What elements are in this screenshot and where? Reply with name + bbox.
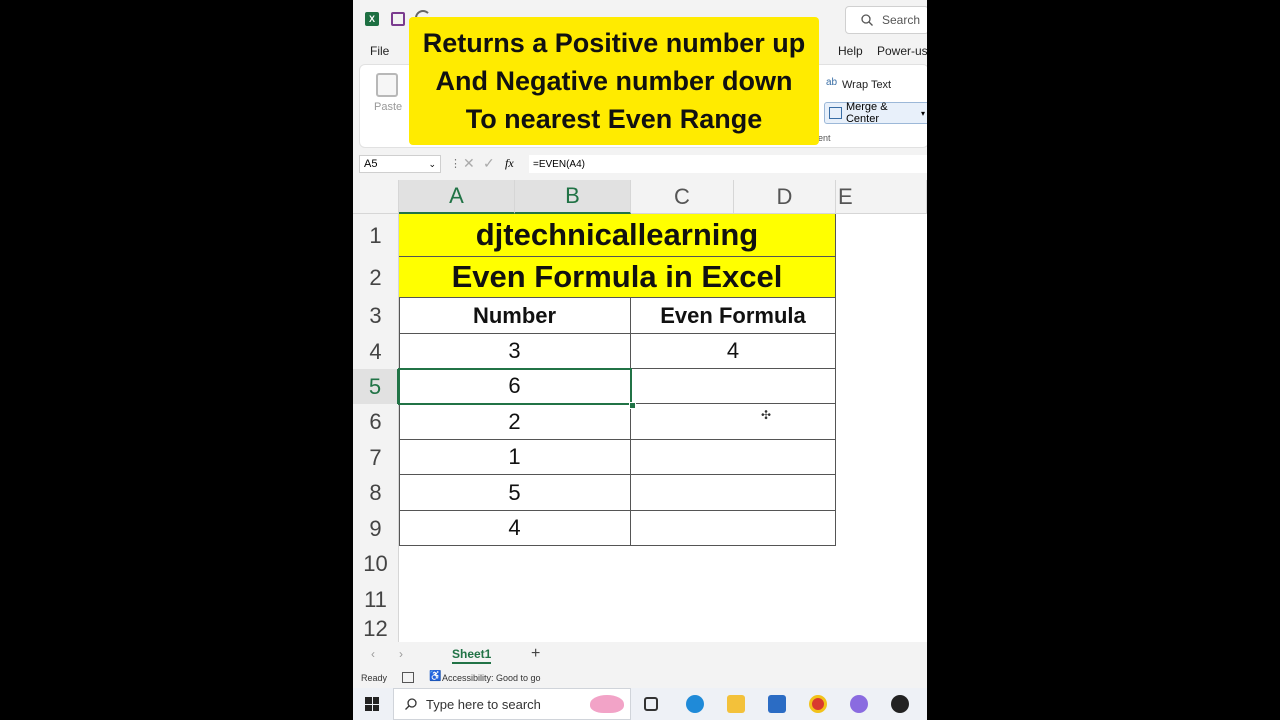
scroll-right-icon[interactable]: › bbox=[399, 647, 403, 661]
lotus-decoration-icon bbox=[590, 695, 624, 713]
excel-logo-icon: X bbox=[365, 12, 379, 26]
row-header-12[interactable]: 12 bbox=[353, 616, 399, 642]
row-header-2[interactable]: 2 bbox=[353, 257, 399, 298]
callout-banner: Returns a Positive number up And Negativ… bbox=[409, 17, 819, 145]
search-icon bbox=[861, 14, 873, 26]
file-explorer-icon[interactable] bbox=[727, 695, 745, 713]
name-box[interactable]: A5 ⌄ bbox=[359, 155, 441, 173]
paste-button[interactable]: Paste bbox=[374, 101, 402, 113]
fill-handle[interactable] bbox=[629, 402, 636, 409]
row-header-3[interactable]: 3 bbox=[353, 298, 399, 334]
even-result-cell[interactable] bbox=[631, 440, 836, 475]
copilot-icon[interactable] bbox=[850, 695, 868, 713]
callout-line-1: Returns a Positive number up bbox=[422, 28, 806, 58]
alignment-group-label: ent bbox=[818, 133, 831, 143]
macro-recording-icon[interactable] bbox=[402, 672, 414, 683]
chevron-down-icon[interactable]: ⌄ bbox=[428, 159, 436, 170]
tab-help[interactable]: Help bbox=[838, 44, 863, 58]
status-ready: Ready bbox=[361, 673, 388, 683]
add-sheet-button[interactable]: + bbox=[531, 645, 540, 663]
accessibility-icon: ♿ bbox=[429, 671, 442, 682]
status-bar: Ready ♿ Accessibility: Good to go bbox=[353, 668, 927, 688]
insert-function-icon[interactable]: fx bbox=[505, 156, 514, 171]
row-header-11[interactable]: 11 bbox=[353, 582, 399, 617]
number-cell[interactable]: 4 bbox=[399, 511, 631, 546]
row-header-10[interactable]: 10 bbox=[353, 546, 399, 582]
enter-icon[interactable]: ✓ bbox=[483, 155, 495, 172]
cancel-icon[interactable]: ✕ bbox=[463, 155, 475, 172]
even-result-cell[interactable] bbox=[631, 511, 836, 546]
number-cell[interactable]: 2 bbox=[399, 404, 631, 440]
chrome-browser-icon[interactable] bbox=[809, 695, 827, 713]
paste-icon bbox=[376, 73, 398, 97]
even-result-cell[interactable] bbox=[631, 369, 836, 404]
number-cell[interactable]: 3 bbox=[399, 334, 631, 369]
header-number-cell[interactable]: Number bbox=[399, 298, 631, 334]
wrap-text-button[interactable]: Wrap Text bbox=[842, 79, 891, 91]
mail-icon[interactable] bbox=[768, 695, 786, 713]
even-result-cell[interactable] bbox=[631, 475, 836, 511]
even-result-cell[interactable]: 4 bbox=[631, 334, 836, 369]
scroll-left-icon[interactable]: ‹ bbox=[371, 647, 375, 661]
chevron-down-icon[interactable]: ▾ bbox=[921, 109, 925, 118]
row-header-4[interactable]: 4 bbox=[353, 334, 399, 369]
accessibility-status[interactable]: Accessibility: Good to go bbox=[442, 673, 541, 683]
select-all-corner[interactable] bbox=[353, 180, 399, 214]
title-cell[interactable]: djtechnicallearning bbox=[399, 214, 836, 257]
row-header-7[interactable]: 7 bbox=[353, 440, 399, 475]
number-cell[interactable]: 1 bbox=[399, 440, 631, 475]
edge-browser-icon[interactable] bbox=[686, 695, 704, 713]
sheet-tab-bar: ‹ › Sheet1 + bbox=[353, 642, 927, 668]
subtitle-cell[interactable]: Even Formula in Excel bbox=[399, 257, 836, 298]
formula-text: =EVEN(A4) bbox=[533, 158, 585, 170]
windows-taskbar: Type here to search bbox=[353, 688, 927, 720]
formula-bar: A5 ⌄ ⋮ ✕ ✓ fx =EVEN(A4) bbox=[353, 152, 927, 176]
row-header-8[interactable]: 8 bbox=[353, 475, 399, 511]
callout-line-3: To nearest Even Range bbox=[465, 104, 763, 134]
merge-center-label: Merge & Center bbox=[845, 101, 888, 125]
number-cell[interactable]: 5 bbox=[399, 475, 631, 511]
save-icon[interactable] bbox=[391, 12, 405, 26]
windows-start-icon[interactable] bbox=[365, 697, 379, 711]
row-header-6[interactable]: 6 bbox=[353, 404, 399, 440]
worksheet-grid[interactable]: A B C D E 1 2 3 4 5 6 7 8 9 10 11 12 djt… bbox=[353, 180, 927, 642]
column-header-b[interactable]: B bbox=[515, 180, 631, 214]
tab-file[interactable]: File bbox=[370, 44, 389, 58]
name-box-value: A5 bbox=[364, 158, 378, 170]
column-header-d[interactable]: D bbox=[734, 180, 836, 214]
merge-center-icon bbox=[829, 107, 842, 119]
taskbar-search-placeholder: Type here to search bbox=[426, 696, 541, 712]
column-header-c[interactable]: C bbox=[631, 180, 734, 214]
even-result-cell[interactable] bbox=[631, 404, 836, 440]
search-label: Search bbox=[882, 13, 921, 27]
more-options-icon[interactable]: ⋮ bbox=[450, 157, 461, 170]
task-view-icon[interactable] bbox=[644, 697, 658, 711]
column-header-e[interactable]: E bbox=[836, 180, 927, 214]
search-icon bbox=[405, 698, 417, 710]
row-header-9[interactable]: 9 bbox=[353, 511, 399, 546]
tab-power-user[interactable]: Power-use bbox=[877, 44, 927, 58]
column-header-a[interactable]: A bbox=[399, 180, 515, 214]
row-header-1[interactable]: 1 bbox=[353, 214, 399, 257]
taskbar-search[interactable]: Type here to search bbox=[393, 688, 631, 720]
formula-input[interactable]: =EVEN(A4) bbox=[529, 155, 927, 173]
wrap-text-icon: ab bbox=[826, 77, 838, 88]
cursor-crosshair-icon: ✣ bbox=[761, 408, 772, 422]
number-cell[interactable]: 6 bbox=[399, 369, 631, 404]
merge-center-button[interactable]: Merge & Center ▾ bbox=[824, 101, 927, 125]
sheet-tab-sheet1[interactable]: Sheet1 bbox=[452, 647, 492, 664]
row-header-5[interactable]: 5 bbox=[353, 369, 399, 404]
app-icon[interactable] bbox=[891, 695, 909, 713]
search-box[interactable]: Search bbox=[845, 6, 927, 34]
callout-line-2: And Negative number down bbox=[435, 66, 793, 96]
header-even-formula-cell[interactable]: Even Formula bbox=[631, 298, 836, 334]
